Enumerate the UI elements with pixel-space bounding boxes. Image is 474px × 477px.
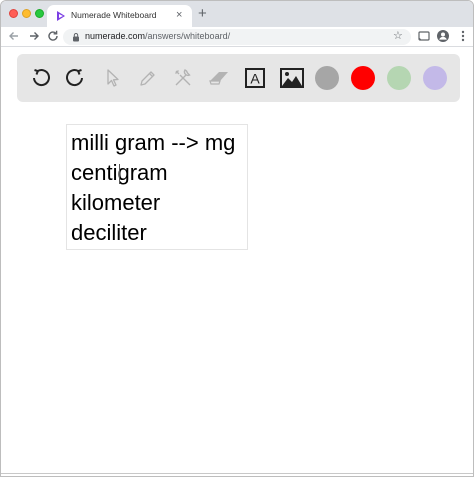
- eraser-button[interactable]: [206, 65, 232, 91]
- navigation-bar: numerade.com/answers/whiteboard/ ☆: [1, 27, 473, 47]
- text-line: milli gram --> mg: [71, 130, 236, 155]
- pen-icon: [140, 71, 155, 86]
- color-swatch-purple[interactable]: [423, 66, 447, 90]
- close-window-button[interactable]: [9, 9, 18, 18]
- text-cursor: [119, 164, 120, 184]
- url-host: numerade.com: [85, 31, 146, 41]
- text-line: kilometer: [71, 190, 161, 215]
- reload-icon[interactable]: [46, 29, 60, 43]
- cast-icon[interactable]: [417, 29, 431, 43]
- text-line: deciliter: [71, 220, 147, 245]
- color-swatch-green[interactable]: [387, 66, 411, 90]
- image-icon: [280, 68, 304, 88]
- lock-icon: [73, 33, 79, 42]
- tab-numerade-whiteboard[interactable]: Numerade Whiteboard ×: [47, 5, 192, 27]
- select-tool-button[interactable]: [100, 65, 126, 91]
- text-icon: A: [245, 68, 265, 88]
- tab-close-icon[interactable]: ×: [176, 8, 182, 22]
- tools-icon: [175, 69, 191, 86]
- bookmark-star-icon[interactable]: ☆: [393, 30, 403, 43]
- numerade-favicon-icon: [57, 11, 65, 21]
- tab-title: Numerade Whiteboard: [71, 10, 157, 20]
- maximize-window-button[interactable]: [35, 9, 44, 18]
- back-icon[interactable]: [7, 29, 21, 43]
- undo-icon: [33, 69, 50, 87]
- browser-menu-icon[interactable]: [456, 29, 470, 43]
- browser-window: Numerade Whiteboard × + numerade.com/ans…: [0, 0, 474, 477]
- whiteboard-toolbar: A: [17, 54, 460, 102]
- color-swatch-gray[interactable]: [315, 66, 339, 90]
- minimize-window-button[interactable]: [22, 9, 31, 18]
- address-bar[interactable]: numerade.com/answers/whiteboard/ ☆: [63, 29, 411, 45]
- select-cursor-icon: [107, 69, 119, 87]
- bottom-border: [1, 473, 473, 476]
- redo-icon: [66, 69, 83, 87]
- forward-icon[interactable]: [27, 29, 41, 43]
- redo-button[interactable]: [63, 65, 89, 91]
- undo-button[interactable]: [27, 65, 53, 91]
- new-tab-button[interactable]: +: [198, 6, 207, 21]
- tools-button[interactable]: [170, 65, 196, 91]
- text-tool-button[interactable]: A: [242, 65, 268, 91]
- text-tool-glyph: A: [250, 71, 260, 87]
- tab-strip: Numerade Whiteboard × +: [1, 1, 473, 27]
- profile-avatar-icon[interactable]: [436, 29, 450, 43]
- canvas-text-box[interactable]: milli gram --> mg centigram kilometer de…: [66, 124, 248, 250]
- pen-tool-button[interactable]: [135, 65, 161, 91]
- url-text: numerade.com/answers/whiteboard/: [85, 31, 230, 41]
- image-tool-button[interactable]: [279, 65, 305, 91]
- eraser-icon: [209, 72, 228, 85]
- color-swatch-red[interactable]: [351, 66, 375, 90]
- url-path: /answers/whiteboard/: [145, 31, 231, 41]
